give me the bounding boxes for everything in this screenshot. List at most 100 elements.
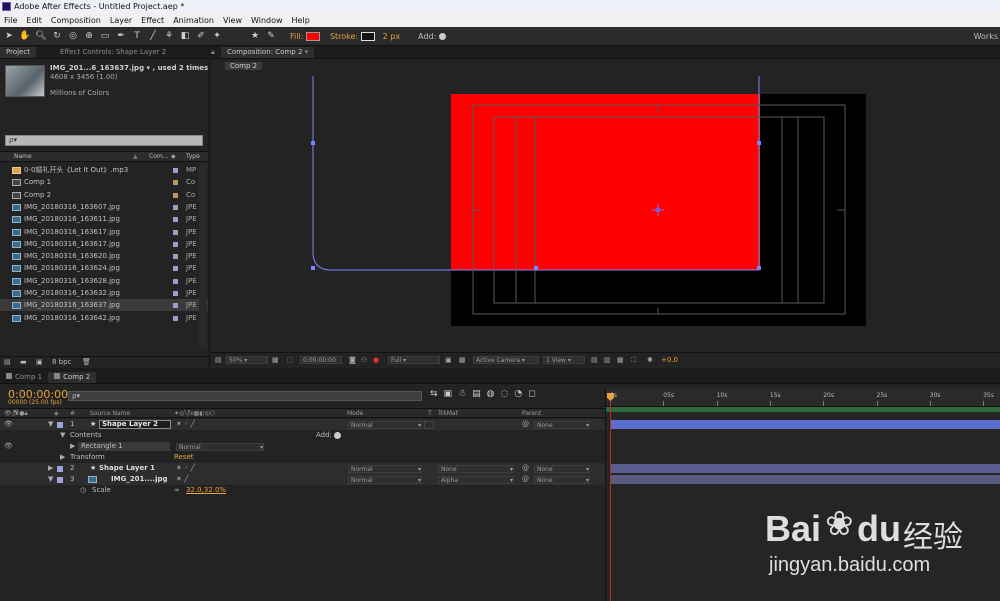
snapshot-icon[interactable]: ◙ [349, 353, 356, 367]
t-header[interactable]: T [428, 409, 432, 418]
project-item[interactable]: IMG_20180316_163617.jpg JPE [0, 226, 208, 238]
stopwatch-icon[interactable]: ◷ [80, 485, 86, 496]
twirl-closed-icon[interactable]: ▶ [48, 463, 53, 474]
work-area-bar[interactable] [606, 407, 1000, 412]
label-swatch[interactable] [173, 315, 178, 321]
stroke-width-value[interactable]: 2 px [383, 32, 400, 41]
frame-blending-icon[interactable]: ▤ [472, 389, 487, 399]
layer-row-2[interactable]: ▶ 2 ★ Shape Layer 1 ✶ ◦ ╱ Normal ▾ None … [0, 463, 605, 474]
layer-label-color[interactable] [57, 422, 63, 428]
parent-header[interactable]: Parent [522, 409, 541, 418]
twirl-closed-icon[interactable]: ▶ [60, 452, 65, 463]
label-swatch[interactable] [173, 192, 178, 198]
col-comment[interactable]: Com... [149, 152, 168, 162]
trash-icon[interactable]: 🗑︎ [82, 357, 91, 367]
layer-bar-3[interactable] [611, 475, 1000, 484]
new-comp-icon[interactable]: ▣ [36, 357, 43, 367]
roto-brush-tool-icon[interactable]: ✐ [194, 29, 208, 43]
type-tool-icon[interactable]: T [130, 29, 144, 43]
eraser-tool-icon[interactable]: ◧ [178, 29, 192, 43]
label-swatch[interactable] [173, 241, 178, 247]
project-item[interactable]: 0-0婚礼开头《Let It Out》.mp3 MP [0, 164, 208, 176]
label-swatch[interactable] [173, 229, 178, 235]
label-swatch[interactable] [173, 217, 178, 223]
mode-dropdown-2[interactable]: Normal ▾ [348, 465, 422, 473]
scale-row[interactable]: ◷ Scale ∞ 32.0,32.0% [0, 485, 605, 496]
menu-effect[interactable]: Effect [141, 16, 164, 25]
timeline-icon[interactable]: ▦ [617, 353, 624, 367]
brush-tool-icon[interactable]: ╱ [146, 29, 160, 43]
mode-header[interactable]: Mode [347, 409, 363, 418]
label-column-icon[interactable]: ◈ [54, 409, 59, 418]
fast-previews-icon[interactable]: ▣ [445, 353, 452, 367]
source-name-header[interactable]: Source Name [90, 409, 130, 418]
auto-keyframe-icon[interactable]: ◔ [514, 389, 528, 399]
tab-comp-1[interactable]: Comp 1 [0, 372, 48, 383]
constrain-link-icon[interactable]: ∞ [174, 485, 180, 496]
transform-reset-link[interactable]: Reset [174, 452, 194, 463]
menu-file[interactable]: File [4, 16, 17, 25]
project-item[interactable]: IMG_20180316_163617.jpg JPE [0, 238, 208, 250]
layer-bar-2[interactable] [611, 464, 1000, 473]
current-time-display[interactable]: 0:00:00:00 [300, 356, 342, 364]
parent-dropdown-1[interactable]: None ▾ [534, 421, 590, 429]
camera-dropdown[interactable]: Active Camera ▾ [473, 356, 539, 364]
resolution-dropdown[interactable]: Full ▾ [388, 356, 440, 364]
layer-switches[interactable]: ✶ ╱ [176, 474, 188, 485]
draft-3d-icon[interactable]: ▣ [444, 389, 459, 399]
hide-shy-icon[interactable]: ☃ [458, 389, 472, 399]
timeline-search-input[interactable]: ρ▾ [68, 391, 422, 401]
brainstorm-icon[interactable]: ◌ [501, 389, 515, 399]
mode-dropdown-3[interactable]: Normal ▾ [348, 476, 422, 484]
flowchart-icon[interactable]: ⛶ [631, 353, 636, 367]
label-swatch[interactable] [173, 180, 178, 186]
safe-zones-icon[interactable]: ▦ [272, 353, 279, 367]
channel-icon[interactable]: ● [373, 353, 379, 367]
add-menu-icon[interactable] [439, 32, 447, 40]
label-tag-icon[interactable]: ◈ [171, 152, 176, 162]
pen-sub-tool-icon[interactable]: ✎ [264, 29, 278, 43]
show-snapshot-icon[interactable]: ⚇ [361, 353, 367, 367]
twirl-open-icon[interactable]: ▼ [48, 474, 53, 485]
pan-behind-tool-icon[interactable]: ⊕ [82, 29, 96, 43]
layer-name[interactable]: Shape Layer 1 [99, 463, 155, 474]
menu-window[interactable]: Window [251, 16, 283, 25]
views-dropdown[interactable]: 1 View ▾ [543, 356, 585, 364]
transparency-grid-icon[interactable]: ▦ [459, 353, 466, 367]
zoom-tool-icon[interactable]: 🔍︎ [34, 29, 48, 43]
selection-tool-icon[interactable]: ➤ [2, 29, 16, 43]
camera-tool-icon[interactable]: ◎ [66, 29, 80, 43]
col-type[interactable]: Type [186, 152, 200, 162]
layer-row-1[interactable]: 👁︎ ▼ 1 ★ Shape Layer 2 ✶ ◦ ╱ Normal ▾ @ … [0, 419, 605, 430]
project-item[interactable]: IMG_20180316_163642.jpg JPE [0, 312, 208, 324]
rectangle-tool-icon[interactable]: ▭ [98, 29, 112, 43]
rectangle-label[interactable]: Rectangle 1 [78, 442, 170, 451]
region-of-interest-icon[interactable]: ⬚ [287, 353, 294, 367]
project-item[interactable]: IMG_20180316_163632.jpg JPE [0, 287, 208, 299]
lock-icon[interactable]: 🔒︎ [211, 47, 221, 58]
menu-help[interactable]: Help [292, 16, 310, 25]
parent-dropdown-2[interactable]: None ▾ [534, 465, 590, 473]
parent-dropdown-3[interactable]: None ▾ [534, 476, 590, 484]
transform-row[interactable]: ▶ Transform Reset [0, 452, 605, 463]
project-item[interactable]: Comp 2 Co [0, 189, 208, 201]
label-swatch[interactable] [173, 168, 178, 173]
contents-row[interactable]: ▼ Contents Add: [0, 430, 605, 441]
pick-whip-icon[interactable]: @ [522, 463, 529, 474]
label-swatch[interactable] [173, 291, 178, 296]
bpc-label[interactable]: 8 bpc [52, 357, 71, 367]
star-tool-icon[interactable]: ★ [248, 29, 262, 43]
breadcrumb[interactable]: Comp 2 [225, 62, 263, 70]
graph-editor-icon[interactable]: ◻ [528, 389, 541, 399]
av-features-icon[interactable]: 👁︎🔊︎●🔒︎ [4, 409, 28, 418]
menu-layer[interactable]: Layer [110, 16, 132, 25]
project-item[interactable]: IMG_20180316_163637.jpg JPE [0, 299, 208, 312]
tab-project[interactable]: Project [0, 47, 36, 58]
layer-row-3[interactable]: ▼ 3 IMG_201....jpg ✶ ╱ Normal ▾ Alpha ▾ … [0, 474, 605, 485]
trkmat-dropdown-3[interactable]: Alpha ▾ [438, 476, 514, 484]
puppet-tool-icon[interactable]: ✦ [210, 29, 224, 43]
layout-icon[interactable]: ▥ [604, 353, 611, 367]
pick-whip-icon[interactable]: @ [522, 419, 529, 430]
project-item[interactable]: IMG_20180316_163628.jpg JPE [0, 275, 208, 287]
always-preview-icon[interactable]: ▤ [215, 353, 222, 367]
